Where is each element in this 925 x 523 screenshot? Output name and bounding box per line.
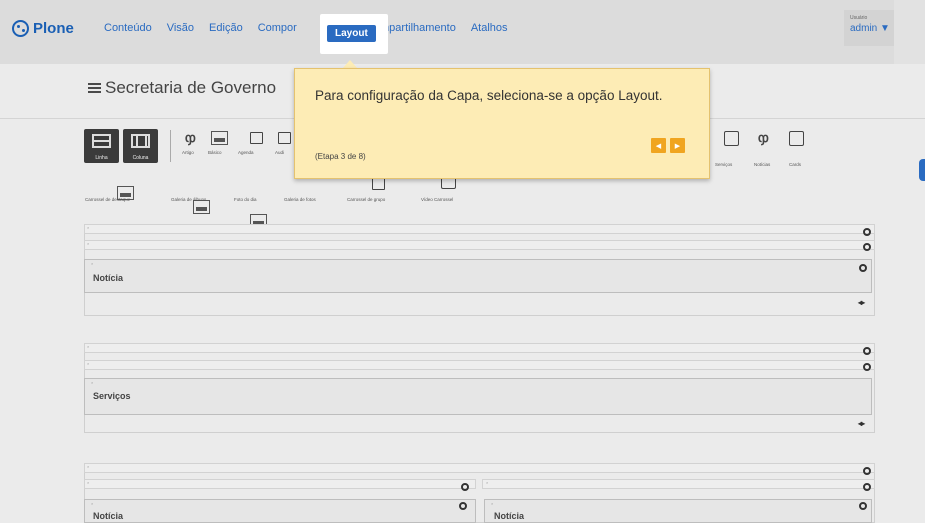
tile-noticia[interactable]	[84, 259, 872, 293]
column-strip[interactable]	[482, 479, 875, 489]
row-settings-icon[interactable]	[863, 228, 871, 236]
page-title: Secretaria de Governo	[105, 78, 277, 97]
nav-conteudo[interactable]: Conteúdo	[104, 22, 152, 34]
cards-tile-icon[interactable]	[789, 131, 804, 146]
menu-icon[interactable]	[88, 83, 101, 93]
tile-title: Notícia	[494, 511, 525, 521]
caption-galeria-albuns: Galeria de álbuns	[171, 197, 207, 202]
caption-galeria-fotos: Galeria de fotos	[284, 197, 316, 202]
caption-agenda: Agenda	[238, 150, 254, 155]
nav-visao[interactable]: Visão	[167, 22, 194, 34]
column-settings-icon[interactable]	[863, 363, 871, 371]
tile-coluna-label: Coluna	[132, 155, 149, 161]
tour-text: Para configuração da Capa, seleciona-se …	[315, 88, 663, 103]
caption-carrossel-grupo: Carrossel de grupo	[347, 197, 386, 202]
column-handle[interactable]: ×	[87, 361, 89, 366]
agenda-tile-icon[interactable]	[250, 132, 263, 144]
palette-separator	[170, 130, 171, 162]
column-strip[interactable]	[84, 479, 476, 489]
tile-noticia-left[interactable]	[84, 499, 476, 523]
tile-noticia-right[interactable]	[484, 499, 872, 523]
tile-handle[interactable]: ×	[91, 501, 93, 506]
plone-logo-icon	[12, 20, 29, 37]
caption-artigo: Artigo	[182, 150, 194, 155]
nav-atalhos[interactable]: Atalhos	[471, 22, 508, 34]
caption-cards: Cards	[789, 162, 802, 167]
caption-video-carrossel: Vídeo Carrossel	[421, 197, 454, 202]
tile-title: Notícia	[93, 511, 124, 521]
row-strip[interactable]	[84, 343, 875, 353]
tile-title: Notícia	[93, 273, 124, 283]
caption-foto-do-dia: Foto do dia	[234, 197, 257, 202]
column-handle[interactable]: ×	[486, 480, 488, 485]
basico-tile-icon[interactable]	[211, 131, 228, 145]
chevron-right-icon: ▶	[674, 142, 681, 150]
artigo-tile-icon[interactable]: ჶ	[185, 130, 196, 146]
tile-settings-icon[interactable]	[859, 502, 867, 510]
brand-name: Plone	[33, 20, 74, 37]
caption-carrossel-destaque: Carrossel de destaque	[85, 197, 131, 202]
row-handle[interactable]: ×	[87, 225, 89, 230]
nav-edicao[interactable]: Edição	[209, 22, 243, 34]
caption-basico: Básico	[208, 150, 222, 155]
nav-compor[interactable]: Compor	[258, 22, 297, 34]
tile-linha-label: Linha	[95, 155, 108, 161]
galeria-albuns-icon[interactable]	[193, 200, 210, 214]
tile-settings-icon[interactable]	[859, 264, 867, 272]
caption-audio: Audi	[275, 150, 285, 155]
tile-coluna[interactable]: Coluna	[123, 129, 158, 163]
carrossel-grupo-icon[interactable]	[372, 178, 385, 190]
row-strip[interactable]	[84, 224, 875, 234]
tile-title: Serviços	[93, 391, 131, 401]
row-strip[interactable]	[84, 463, 875, 473]
resize-icon[interactable]: ◂▸	[858, 298, 865, 307]
row-handle[interactable]: ×	[87, 464, 89, 469]
nav-layout[interactable]: Layout	[327, 25, 376, 42]
row-layout-icon	[92, 134, 111, 148]
tour-prev-button[interactable]: ◀	[651, 138, 666, 153]
tour-next-button[interactable]: ▶	[670, 138, 685, 153]
user-name[interactable]: admin ▼	[850, 23, 890, 34]
column-settings-icon[interactable]	[863, 243, 871, 251]
tile-handle[interactable]: ×	[91, 380, 93, 385]
top-nav: Conteúdo Visão Edição Compor Layout.. Co…	[104, 22, 508, 34]
column-strip[interactable]	[84, 360, 875, 370]
servicos-tile-icon[interactable]	[724, 131, 739, 146]
column-layout-icon	[131, 134, 150, 148]
caption-servicos: Serviços	[715, 162, 733, 167]
column-settings-icon[interactable]	[461, 483, 469, 491]
tour-step: (Etapa 3 de 8)	[315, 152, 366, 161]
row-settings-icon[interactable]	[863, 467, 871, 475]
tile-handle[interactable]: ×	[491, 501, 493, 506]
user-label: Usuário	[850, 15, 868, 21]
caption-noticias: Notícias	[754, 162, 771, 167]
row-handle[interactable]: ×	[87, 344, 89, 349]
tour-tooltip	[294, 68, 710, 179]
chevron-left-icon: ◀	[655, 142, 662, 150]
tile-handle[interactable]: ×	[91, 261, 93, 266]
column-handle[interactable]: ×	[87, 480, 89, 485]
tile-settings-icon[interactable]	[459, 502, 467, 510]
audio-tile-icon[interactable]	[278, 132, 291, 144]
tile-linha[interactable]: Linha	[84, 129, 119, 163]
plone-logo[interactable]: Plone	[12, 20, 74, 37]
tile-servicos[interactable]	[84, 378, 872, 415]
noticias-tile-icon[interactable]: ჶ	[758, 130, 769, 146]
column-settings-icon[interactable]	[863, 483, 871, 491]
side-panel-tab[interactable]	[919, 159, 925, 181]
column-strip[interactable]	[84, 240, 875, 250]
row-settings-icon[interactable]	[863, 347, 871, 355]
column-handle[interactable]: ×	[87, 241, 89, 246]
resize-icon[interactable]: ◂▸	[858, 419, 865, 428]
toolbar-right-strip	[894, 0, 925, 64]
